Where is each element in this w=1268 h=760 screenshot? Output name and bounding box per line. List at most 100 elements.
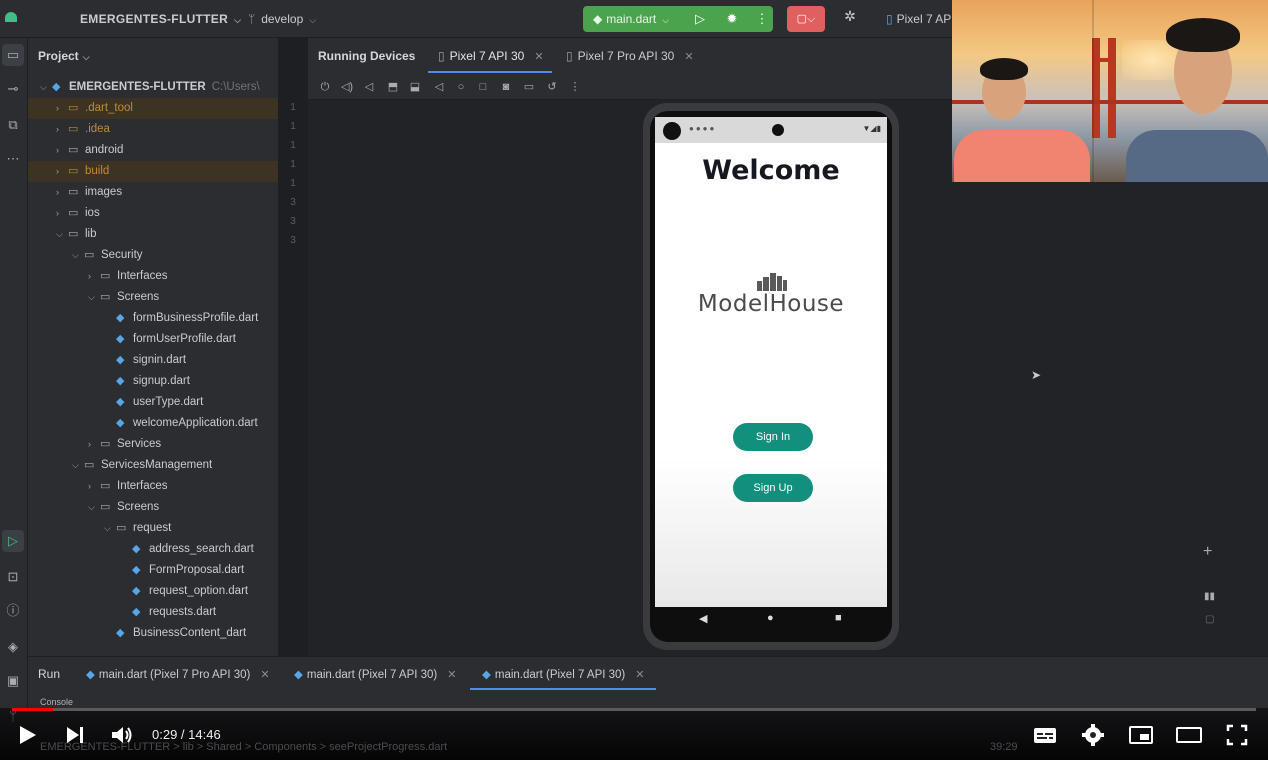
tree-root[interactable]: ⌵ ◆ EMERGENTES-FLUTTER C:\Users\ (28, 77, 278, 98)
chevron-right-icon[interactable]: › (56, 140, 68, 161)
close-icon[interactable]: ✕ (447, 669, 456, 681)
run-icon[interactable]: ▷ (691, 10, 709, 28)
tree-folder[interactable]: › ▭ Interfaces (28, 476, 278, 497)
nav-back-icon[interactable]: ◀ (699, 612, 707, 625)
sign-in-button[interactable]: Sign In (733, 423, 813, 451)
zoom-fit-icon[interactable]: ▢ (1205, 614, 1214, 625)
bug-icon[interactable]: ✲ (840, 8, 860, 28)
debug-icon[interactable]: ✹ (723, 10, 741, 28)
tree-file[interactable]: ◆ formBusinessProfile.dart (28, 308, 278, 329)
tree-folder[interactable]: ⌵ ▭ lib (28, 224, 278, 245)
chevron-right-icon[interactable]: › (56, 182, 68, 203)
tree-folder[interactable]: ⌵ ▭ request (28, 518, 278, 539)
close-icon[interactable]: ✕ (534, 51, 543, 63)
tree-file[interactable]: ◆ signup.dart (28, 371, 278, 392)
chevron-down-icon[interactable]: ⌵ (88, 497, 100, 518)
android-icon[interactable]: ⊡ (2, 566, 24, 588)
tree-folder[interactable]: › ▭ Services (28, 434, 278, 455)
play-icon[interactable] (18, 722, 38, 748)
run-tab-pixel-7[interactable]: ◆ main.dart (Pixel 7 API 30) ✕ (294, 667, 456, 681)
folder-icon[interactable]: ▭ (2, 44, 24, 66)
more-vertical-icon[interactable]: ⋮ (753, 10, 771, 28)
branch-selector[interactable]: ᛘ develop ⌵ (248, 12, 316, 26)
chevron-right-icon[interactable]: › (56, 203, 68, 224)
tree-file[interactable]: ◆ formUserProfile.dart (28, 329, 278, 350)
overview-icon[interactable]: □ (475, 79, 491, 95)
chevron-right-icon[interactable]: › (88, 266, 100, 287)
theater-mode-icon[interactable] (1175, 722, 1203, 748)
project-selector[interactable]: EMERGENTES-FLUTTER ⌵ (80, 12, 241, 26)
back-icon[interactable]: ◁ (431, 79, 447, 95)
close-icon[interactable]: ✕ (684, 51, 693, 63)
tab-pixel-7[interactable]: ▯ Pixel 7 API 30 ✕ (438, 49, 544, 63)
tree-file[interactable]: ◆ userType.dart (28, 392, 278, 413)
subtitles-icon[interactable] (1033, 722, 1057, 748)
tree-file[interactable]: ◆ address_search.dart (28, 539, 278, 560)
run-tab-pixel-7-active[interactable]: ◆ main.dart (Pixel 7 API 30) ✕ (482, 667, 644, 681)
tree-folder[interactable]: › ▭ build (28, 161, 278, 182)
volume-up-icon[interactable]: ◁) (339, 79, 355, 95)
next-icon[interactable] (64, 722, 86, 748)
miniplayer-icon[interactable] (1128, 722, 1154, 748)
run-tool-icon[interactable]: ▷ (2, 530, 24, 552)
tree-file[interactable]: ◆ request_option.dart (28, 581, 278, 602)
chevron-right-icon[interactable]: › (56, 98, 68, 119)
structure-icon[interactable]: ⧉ (2, 114, 24, 136)
settings-gear-icon[interactable] (1081, 722, 1105, 748)
chevron-right-icon[interactable]: › (88, 476, 100, 497)
zoom-in-icon[interactable]: + (1203, 543, 1212, 561)
rotate-right-icon[interactable]: ⬓ (407, 79, 423, 95)
tree-folder[interactable]: › ▭ images (28, 182, 278, 203)
chevron-right-icon[interactable]: › (56, 119, 68, 140)
app-screen[interactable]: Welcome ModelHouse Sign In Sign Up (655, 143, 887, 607)
gem-icon[interactable]: ◈ (2, 636, 24, 658)
chevron-down-icon[interactable]: ⌵ (104, 518, 116, 539)
tree-folder[interactable]: ⌵ ▭ Screens (28, 497, 278, 518)
nav-recents-icon[interactable]: ■ (835, 612, 842, 624)
progress-bar[interactable] (12, 708, 1256, 711)
tree-file[interactable]: ◆ welcomeApplication.dart (28, 413, 278, 434)
stop-button[interactable]: ▢⌵ (787, 6, 825, 32)
chevron-down-icon[interactable]: ⌵ (88, 287, 100, 308)
tree-file[interactable]: ◆ BusinessContent_dart (28, 623, 278, 644)
tree-folder[interactable]: › ▭ .idea (28, 119, 278, 140)
console-tab[interactable]: Console (40, 697, 73, 707)
chevron-down-icon[interactable]: ⌵ (56, 224, 68, 245)
sign-up-button[interactable]: Sign Up (733, 474, 813, 502)
rotate-left-icon[interactable]: ⬒ (385, 79, 401, 95)
reset-icon[interactable]: ↺ (544, 79, 560, 95)
tab-pixel-7-pro[interactable]: ▯ Pixel 7 Pro API 30 ✕ (566, 49, 694, 63)
chevron-right-icon[interactable]: › (88, 434, 100, 455)
chevron-right-icon[interactable]: › (56, 161, 68, 182)
tree-folder[interactable]: › ▭ .dart_tool (28, 98, 278, 119)
device-selector[interactable]: ▯ Pixel 7 API (886, 12, 955, 26)
problems-icon[interactable]: ⓘ (2, 600, 24, 622)
camera-icon[interactable]: ◙ (498, 79, 514, 95)
power-icon[interactable]: ⏻ (317, 79, 333, 95)
chevron-down-icon[interactable]: ⌵ (72, 455, 84, 476)
zoom-reset-icon[interactable]: ▮▮ (1204, 591, 1215, 602)
more-vertical-icon[interactable]: ⋮ (567, 79, 583, 95)
fullscreen-icon[interactable] (1225, 722, 1249, 748)
run-config-selector[interactable]: ◆ main.dart ⌵ (593, 12, 669, 26)
volume-icon[interactable] (110, 722, 134, 748)
terminal-icon[interactable]: ▣ (2, 670, 24, 692)
close-icon[interactable]: ✕ (260, 669, 269, 681)
tree-folder[interactable]: ⌵ ▭ ServicesManagement (28, 455, 278, 476)
chevron-down-icon[interactable]: ⌵ (72, 245, 84, 266)
tree-folder[interactable]: › ▭ ios (28, 203, 278, 224)
tree-folder[interactable]: ⌵ ▭ Security (28, 245, 278, 266)
tree-file[interactable]: ◆ requests.dart (28, 602, 278, 623)
nav-home-icon[interactable]: ● (767, 612, 774, 624)
tree-file[interactable]: ◆ signin.dart (28, 350, 278, 371)
tree-file[interactable]: ◆ FormProposal.dart (28, 560, 278, 581)
tree-folder[interactable]: › ▭ Interfaces (28, 266, 278, 287)
run-tab-pixel-7-pro[interactable]: ◆ main.dart (Pixel 7 Pro API 30) ✕ (86, 667, 270, 681)
project-view-selector[interactable]: Project ⌵ (38, 49, 90, 63)
more-horizontal-icon[interactable]: ⋯ (2, 148, 24, 170)
tree-folder[interactable]: › ▭ android (28, 140, 278, 161)
tree-folder[interactable]: ⌵ ▭ Screens (28, 287, 278, 308)
record-icon[interactable]: ▭ (521, 79, 537, 95)
volume-down-icon[interactable]: ◁ (361, 79, 377, 95)
close-icon[interactable]: ✕ (635, 669, 644, 681)
